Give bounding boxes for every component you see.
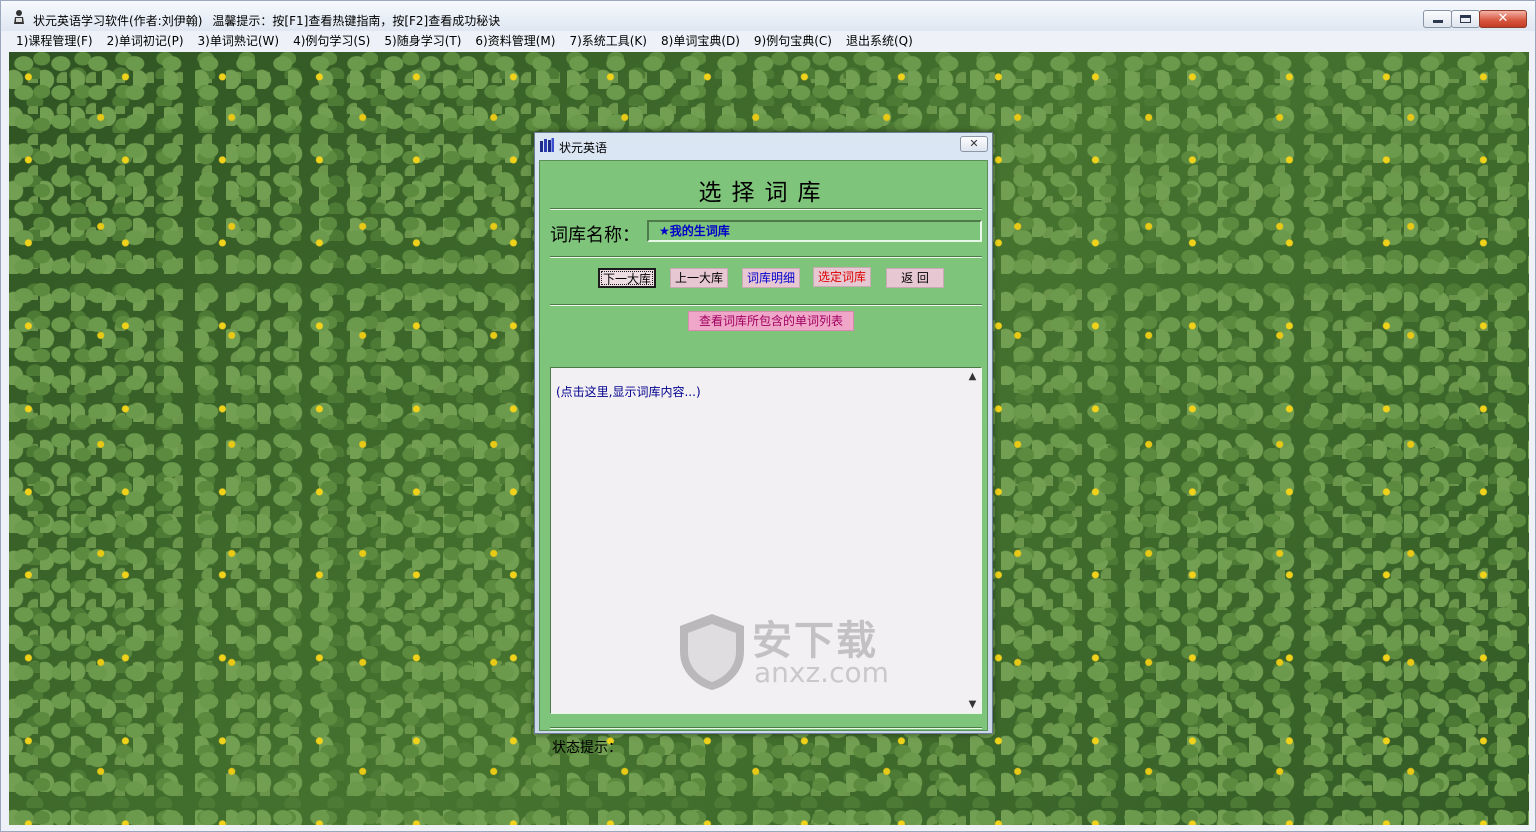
- menu-sentence[interactable]: 4)例句学习(S): [286, 31, 377, 51]
- dialog-title-bar[interactable]: 状元英语 ✕: [535, 133, 992, 157]
- window-title: 状元英语学习软件(作者:刘伊翰) 温馨提示：按[F1]查看热键指南，按[F2]查看…: [33, 12, 500, 29]
- status-label: 状态提示：: [552, 740, 622, 756]
- select-library-button[interactable]: 选定词库: [813, 267, 871, 287]
- menu-bar: 1)课程管理(F) 2)单词初记(P) 3)单词熟记(W) 4)例句学习(S) …: [1, 31, 1535, 51]
- minimize-icon: [1433, 20, 1443, 23]
- divider: [550, 208, 982, 210]
- select-library-dialog: 状元英语 ✕ 选择词库 词库名称： ★我的生词库 下一大库 上一大库 词库明细 …: [534, 132, 993, 756]
- close-icon: ✕: [1497, 11, 1509, 26]
- library-detail-button[interactable]: 词库明细: [742, 268, 800, 288]
- window-title-text: 状元英语学习软件(作者:刘伊翰): [33, 14, 203, 28]
- divider: [550, 304, 982, 306]
- dialog-title: 状元英语: [559, 141, 608, 155]
- person-icon: [14, 10, 24, 24]
- minimize-button[interactable]: [1423, 10, 1452, 28]
- dialog-body: 选择词库 词库名称： ★我的生词库 下一大库 上一大库 词库明细 选定词库 返 …: [539, 160, 988, 756]
- window-hint: 温馨提示：按[F1]查看热键指南，按[F2]查看成功秘诀: [212, 14, 501, 28]
- dialog-heading: 选择词库: [698, 180, 831, 206]
- menu-exit[interactable]: 退出系统(Q): [839, 31, 920, 51]
- library-content-area[interactable]: (点击这里,显示词库内容...) 安下载 anxz.com ▲ ▼: [550, 367, 982, 714]
- menu-tools[interactable]: 7)系统工具(K): [562, 31, 654, 51]
- content-placeholder[interactable]: (点击这里,显示词库内容...): [556, 383, 701, 400]
- menu-course[interactable]: 1)课程管理(F): [9, 31, 100, 51]
- close-button[interactable]: ✕: [1479, 10, 1527, 28]
- back-button[interactable]: 返 回: [886, 268, 944, 288]
- menu-sentence-dict[interactable]: 9)例句宝典(C): [747, 31, 839, 51]
- menu-data[interactable]: 6)资料管理(M): [468, 31, 562, 51]
- library-name-field: ★我的生词库: [647, 220, 982, 242]
- watermark: 安下载 anxz.com: [676, 608, 896, 698]
- menu-word-initial[interactable]: 2)单词初记(P): [100, 31, 191, 51]
- view-word-list-button[interactable]: 查看词库所包含的单词列表: [688, 311, 854, 331]
- watermark-text-en: anxz.com: [754, 656, 889, 689]
- app-window: 状元英语学习软件(作者:刘伊翰) 温馨提示：按[F1]查看热键指南，按[F2]查看…: [0, 0, 1536, 832]
- menu-portable[interactable]: 5)随身学习(T): [377, 31, 468, 51]
- dialog-close-button[interactable]: ✕: [960, 136, 988, 152]
- menu-word-familiar[interactable]: 3)单词熟记(W): [191, 31, 287, 51]
- divider: [550, 727, 982, 729]
- window-controls: ✕: [1423, 10, 1527, 29]
- vertical-scrollbar[interactable]: ▲ ▼: [964, 368, 981, 713]
- library-name-label: 词库名称：: [550, 225, 640, 246]
- maximize-button[interactable]: [1451, 10, 1480, 28]
- books-icon: [540, 138, 554, 152]
- divider: [550, 256, 982, 258]
- scroll-down-icon[interactable]: ▼: [964, 696, 981, 713]
- restore-icon: [1460, 15, 1471, 23]
- prev-library-button[interactable]: 上一大库: [670, 268, 728, 288]
- shield-icon: [680, 614, 744, 690]
- title-bar[interactable]: 状元英语学习软件(作者:刘伊翰) 温馨提示：按[F1]查看热键指南，按[F2]查看…: [1, 1, 1535, 31]
- menu-word-dict[interactable]: 8)单词宝典(D): [654, 31, 747, 51]
- next-library-button[interactable]: 下一大库: [598, 268, 656, 288]
- scroll-up-icon[interactable]: ▲: [964, 368, 981, 385]
